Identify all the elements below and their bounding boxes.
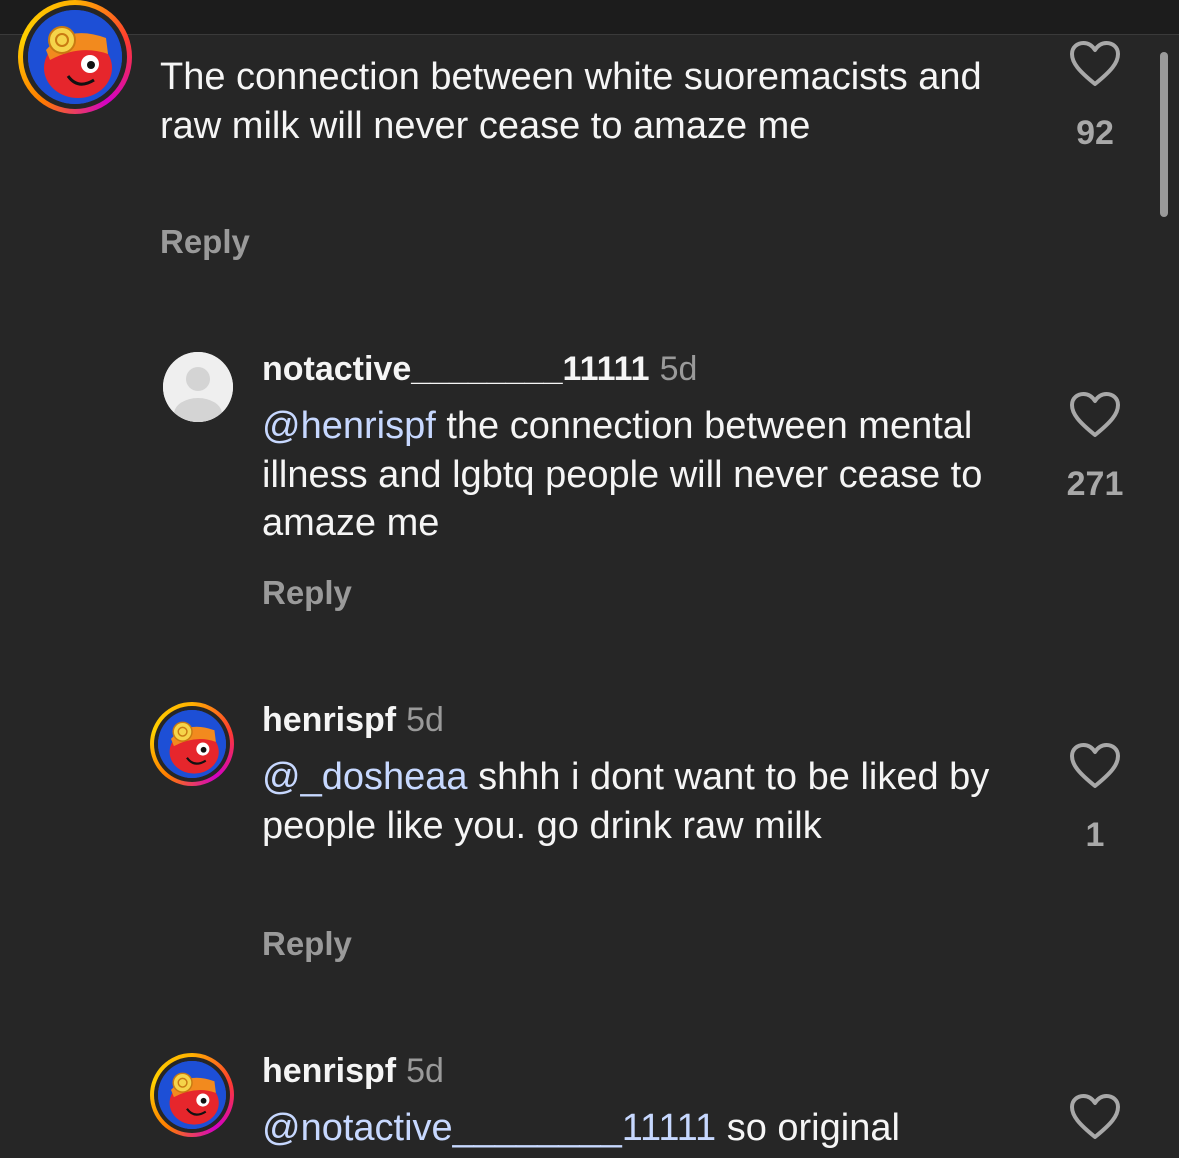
comment-text: The connection between white suoremacist… (160, 53, 1020, 150)
comment-text: @_dosheaa shhh i dont want to be liked b… (262, 753, 1022, 850)
like-count: 1 (1085, 816, 1105, 854)
heart-icon[interactable] (1069, 1093, 1121, 1141)
timestamp: 5d (406, 701, 444, 739)
username[interactable]: henrispf (262, 1052, 396, 1090)
top-bar (0, 0, 1179, 35)
comment-mention[interactable]: @notactive________11111 (262, 1107, 716, 1149)
timestamp: 5d (406, 1052, 444, 1090)
comment-mention[interactable]: @_dosheaa (262, 756, 468, 798)
avatar-illustration-icon (158, 710, 226, 778)
comments-screen: The connection between white suoremacist… (0, 0, 1179, 1158)
like-count: 271 (1066, 465, 1124, 503)
default-profile-icon (163, 352, 233, 422)
reply-button[interactable]: Reply (160, 222, 250, 262)
avatar-illustration-icon (28, 10, 122, 104)
comment-mention[interactable]: @henrispf (262, 405, 436, 447)
comment-body: The connection between white suoremacist… (160, 56, 982, 147)
username[interactable]: henrispf (262, 701, 396, 739)
avatar[interactable] (28, 10, 122, 104)
comment-text: @henrispf the connection between mental … (262, 402, 1022, 548)
comment-header: henrispf 5d (262, 1051, 444, 1091)
avatar[interactable] (158, 1061, 226, 1129)
like-count: 92 (1076, 114, 1114, 152)
heart-icon[interactable] (1069, 40, 1121, 88)
avatar[interactable] (158, 710, 226, 778)
timestamp: 5d (659, 350, 698, 388)
avatar-illustration-icon (158, 1061, 226, 1129)
username[interactable]: notactive________11111 (262, 350, 650, 388)
comment-body: so original (716, 1107, 900, 1149)
avatar[interactable] (163, 352, 233, 422)
heart-icon[interactable] (1069, 742, 1121, 790)
scrollbar[interactable] (1160, 52, 1168, 217)
comment-header: notactive________11111 5d (262, 349, 697, 389)
comment-text: @notactive________11111 so original (262, 1104, 1022, 1158)
heart-icon[interactable] (1069, 391, 1121, 439)
reply-button[interactable]: Reply (262, 573, 352, 613)
comment-header: henrispf 5d (262, 700, 444, 740)
reply-button[interactable]: Reply (262, 924, 352, 964)
